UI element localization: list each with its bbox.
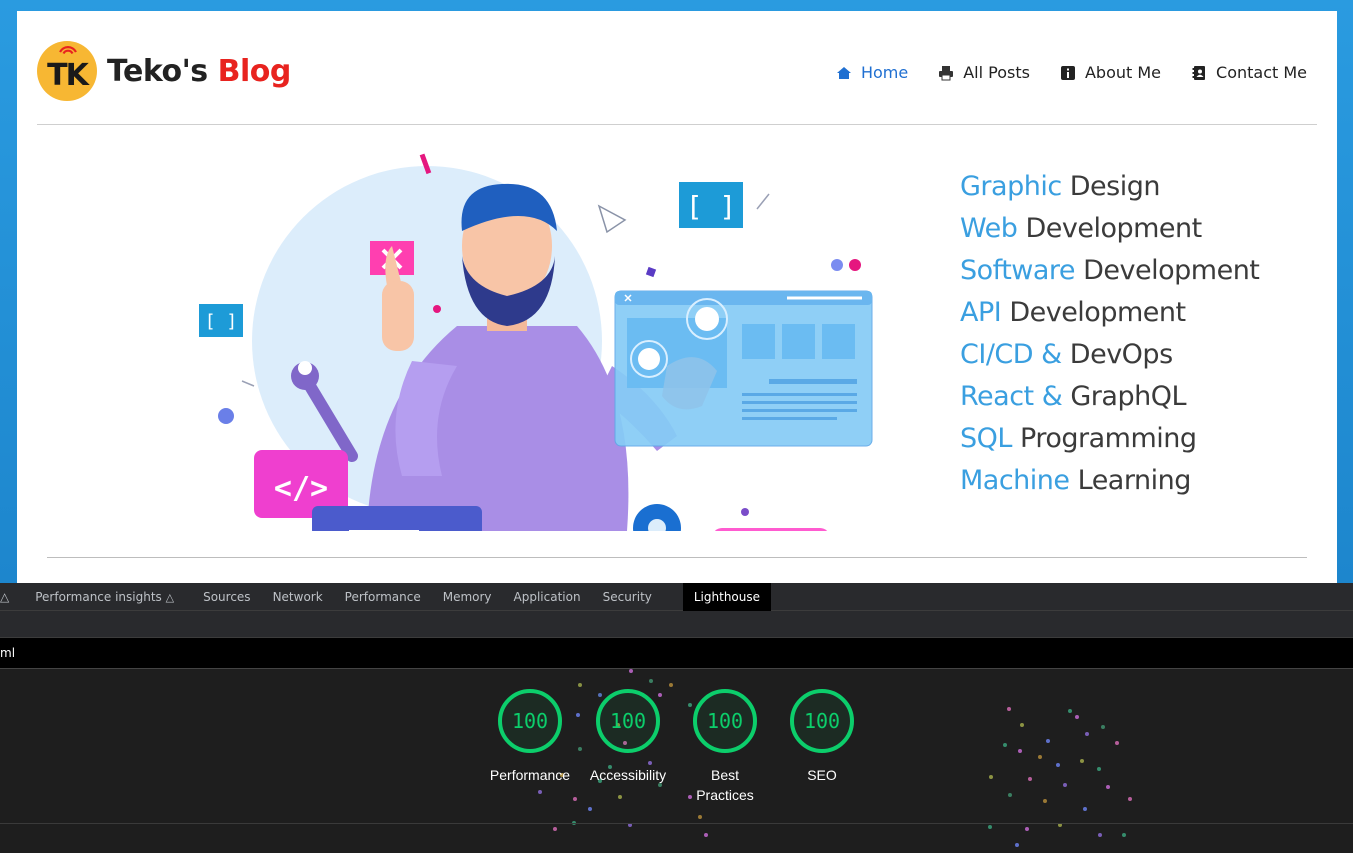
skill-highlight: Web (960, 213, 1018, 244)
skill-highlight: SQL (960, 423, 1012, 454)
skill-item: React & GraphQL (960, 376, 1259, 418)
blog-page: TK Teko's Blog Home All Posts About Me C… (17, 11, 1337, 583)
gauge-label: Accessibility (589, 767, 667, 783)
home-icon (836, 66, 851, 79)
skill-highlight: API (960, 297, 1002, 328)
skill-item: SQL Programming (960, 418, 1259, 460)
skill-rest: Learning (1077, 465, 1192, 496)
svg-text:[ ]: [ ] (205, 311, 238, 332)
skill-rest: DevOps (1069, 339, 1173, 370)
skill-item: CI/CD & DevOps (960, 334, 1259, 376)
nav-about-me-label: About Me (1084, 63, 1162, 82)
nav-home[interactable]: Home (836, 63, 908, 82)
gauge-ring: 100 (498, 689, 562, 753)
score-gauge-best-practices[interactable]: 100 Best Practices (670, 689, 780, 805)
tab-sources[interactable]: Sources (185, 583, 261, 611)
tab-application[interactable]: Application (503, 583, 592, 611)
skill-rest: GraphQL (1070, 381, 1186, 412)
devtools-panel: △ Performance insights △ Sources Network… (0, 582, 1353, 853)
printer-icon (939, 65, 954, 80)
tab-performance[interactable]: Performance (334, 583, 432, 611)
skill-highlight: React & (960, 381, 1063, 412)
gauge-ring: 100 (693, 689, 757, 753)
skill-rest: Development (1083, 255, 1260, 286)
skill-item: Graphic Design (960, 166, 1259, 208)
skill-highlight: Software (960, 255, 1076, 286)
skill-highlight: Graphic (960, 171, 1062, 202)
score-gauge-performance[interactable]: 100 Performance (475, 689, 585, 785)
tab-memory[interactable]: Memory (432, 583, 503, 611)
site-title-part1: Teko's (107, 53, 208, 89)
nav-contact-me[interactable]: Contact Me (1191, 63, 1307, 82)
experimental-flask-icon: △ (165, 590, 175, 604)
info-icon (1060, 65, 1075, 80)
address-book-icon (1192, 65, 1206, 80)
site-logo[interactable]: TK (37, 41, 97, 101)
gauge-score: 100 (609, 709, 647, 733)
logo-initials: TK (47, 57, 89, 93)
site-brand[interactable]: TK Teko's Blog (37, 41, 291, 101)
report-url-bar: ml (0, 638, 1353, 669)
skill-rest: Development (1009, 297, 1186, 328)
report-divider (0, 823, 1353, 824)
hero-divider (47, 557, 1307, 558)
devtools-tab-bar: △ Performance insights △ Sources Network… (0, 582, 1353, 611)
skill-item: Software Development (960, 250, 1260, 292)
report-url: ml (0, 646, 16, 660)
signal-icon (59, 46, 77, 55)
svg-text:[ ]: [ ] (686, 190, 737, 223)
site-title[interactable]: Teko's Blog (107, 54, 291, 89)
tab-lighthouse[interactable]: Lighthouse (682, 582, 772, 611)
gauge-score: 100 (803, 709, 841, 733)
skills-list: Graphic Design Web Development Software … (960, 166, 1260, 502)
tab-network[interactable]: Network (262, 583, 334, 611)
nav-all-posts[interactable]: All Posts (938, 63, 1030, 82)
skill-rest: Development (1025, 213, 1202, 244)
skill-item: Web Development (960, 208, 1259, 250)
site-title-part2: Blog (217, 53, 292, 89)
nav-all-posts-label: All Posts (963, 63, 1030, 82)
browser-viewport: TK Teko's Blog Home All Posts About Me C… (0, 0, 1353, 583)
skill-highlight: Machine (960, 465, 1070, 496)
skill-item: Machine Learning (960, 460, 1259, 502)
skill-rest: Programming (1020, 423, 1197, 454)
skill-rest: Design (1069, 171, 1161, 202)
gauge-label: SEO (807, 767, 837, 783)
gauge-label: Best Practices (696, 767, 754, 803)
header-divider (37, 124, 1317, 125)
lighthouse-toolbar (0, 611, 1353, 638)
nav-home-label: Home (860, 63, 909, 82)
tab-label: Performance insights (35, 589, 162, 604)
skill-item: API Development (960, 292, 1259, 334)
flask-icon: △ (0, 589, 10, 604)
gauge-score: 100 (706, 709, 744, 733)
nav-about-me[interactable]: About Me (1060, 63, 1161, 82)
skill-highlight: CI/CD & (960, 339, 1062, 370)
gauge-ring: 100 (790, 689, 854, 753)
nav-contact-me-label: Contact Me (1216, 63, 1307, 82)
gauge-score: 100 (511, 709, 549, 733)
lighthouse-report: 100 Performance 100 Accessibility 100 Be… (0, 669, 1353, 853)
gauge-label: Performance (489, 767, 571, 783)
score-gauge-seo[interactable]: 100 SEO (767, 689, 877, 785)
main-nav: Home All Posts About Me Contact Me (836, 63, 1307, 82)
svg-text:</>: </> (274, 471, 328, 506)
tab-security[interactable]: Security (592, 583, 663, 611)
developer-illustration: [ ] [ ] </> (199, 153, 873, 531)
score-gauge-accessibility[interactable]: 100 Accessibility (573, 689, 683, 785)
gauge-ring: 100 (596, 689, 660, 753)
tab-performance-insights[interactable]: Performance insights △ (13, 583, 185, 611)
